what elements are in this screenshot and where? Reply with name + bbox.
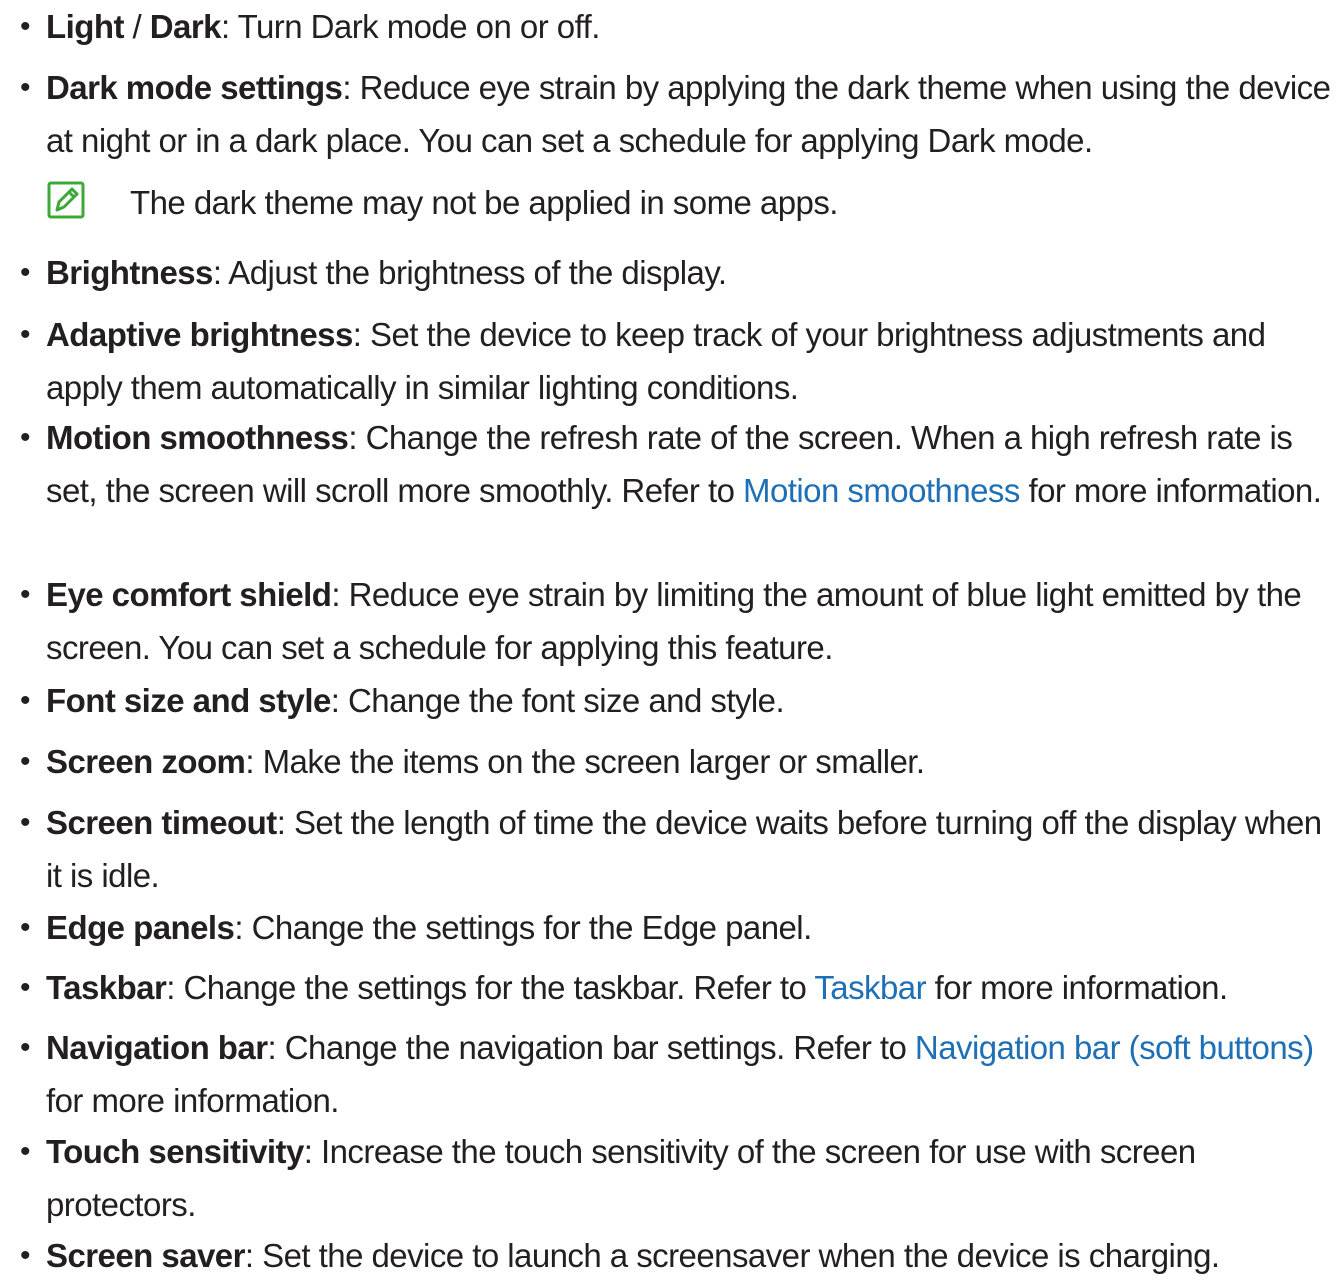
item-term: Dark mode settings (46, 69, 343, 106)
item-text: Edge panels: Change the settings for the… (46, 901, 1338, 954)
reference-link[interactable]: Navigation bar (soft buttons) (915, 1029, 1314, 1066)
item-term: Font size and style (46, 682, 331, 719)
item-term: Motion smoothness (46, 419, 349, 456)
item-description: / (123, 8, 150, 45)
item-description: : Turn Dark mode on or off. (220, 8, 600, 45)
bullet: • (20, 806, 31, 839)
bullet: • (20, 421, 31, 454)
item-text: Light / Dark: Turn Dark mode on or off. (46, 0, 1338, 53)
item-text: Touch sensitivity: Increase the touch se… (46, 1125, 1338, 1231)
item-description: : Change the settings for the taskbar. R… (166, 969, 815, 1006)
bullet: • (20, 578, 31, 611)
item-description: : Make the items on the screen larger or… (245, 743, 925, 780)
item-text: Screen saver: Set the device to launch a… (46, 1229, 1338, 1282)
item-text: Brightness: Adjust the brightness of the… (46, 246, 1338, 299)
item-term: Edge panels (46, 909, 235, 946)
item-text: Taskbar: Change the settings for the tas… (46, 961, 1338, 1014)
bullet: • (20, 256, 31, 289)
reference-link[interactable]: Taskbar (814, 969, 926, 1006)
bullet: • (20, 684, 31, 717)
note-text: The dark theme may not be applied in som… (130, 184, 838, 221)
item-description: for more information. (46, 1082, 339, 1119)
item-term: Screen saver (46, 1237, 245, 1274)
item-text: Screen timeout: Set the length of time t… (46, 796, 1338, 902)
item-term: Screen timeout (46, 804, 277, 841)
bullet: • (20, 1031, 31, 1064)
bullet: • (20, 10, 31, 43)
item-description: : Set the device to launch a screensaver… (244, 1237, 1220, 1274)
item-text: Adaptive brightness: Set the device to k… (46, 308, 1338, 414)
bullet: • (20, 1239, 31, 1272)
item-term: Eye comfort shield (46, 576, 332, 613)
item-text: Navigation bar: Change the navigation ba… (46, 1021, 1338, 1127)
item-term: Adaptive brightness (46, 316, 353, 353)
item-description: for more information. (926, 969, 1228, 1006)
bullet: • (20, 318, 31, 351)
item-term: Touch sensitivity (46, 1133, 304, 1170)
item-description: for more information. (1019, 472, 1322, 509)
item-term: Taskbar (46, 969, 167, 1006)
bullet: • (20, 1135, 31, 1168)
bullet: • (20, 971, 31, 1004)
item-term: Screen zoom (46, 743, 246, 780)
reference-link[interactable]: Motion smoothness (743, 472, 1020, 509)
item-description: : Change the font size and style. (330, 682, 785, 719)
item-description: : Adjust the brightness of the display. (212, 254, 727, 291)
item-text: Screen zoom: Make the items on the scree… (46, 735, 1338, 788)
item-term: Light (46, 8, 124, 45)
item-text: Dark mode settings: Reduce eye strain by… (46, 61, 1338, 167)
item-description: : Change the navigation bar settings. Re… (267, 1029, 915, 1066)
bullet: • (20, 745, 31, 778)
item-term: Dark (149, 8, 222, 45)
bullet: • (20, 911, 31, 944)
item-term: Navigation bar (46, 1029, 268, 1066)
item-description: : Change the settings for the Edge panel… (234, 909, 812, 946)
item-text: Font size and style: Change the font siz… (46, 674, 1338, 727)
item-text: Motion smoothness: Change the refresh ra… (46, 411, 1338, 517)
item-term: Brightness (46, 254, 213, 291)
note-pencil-icon (46, 180, 86, 220)
item-text: Eye comfort shield: Reduce eye strain by… (46, 568, 1338, 674)
bullet: • (20, 71, 31, 104)
